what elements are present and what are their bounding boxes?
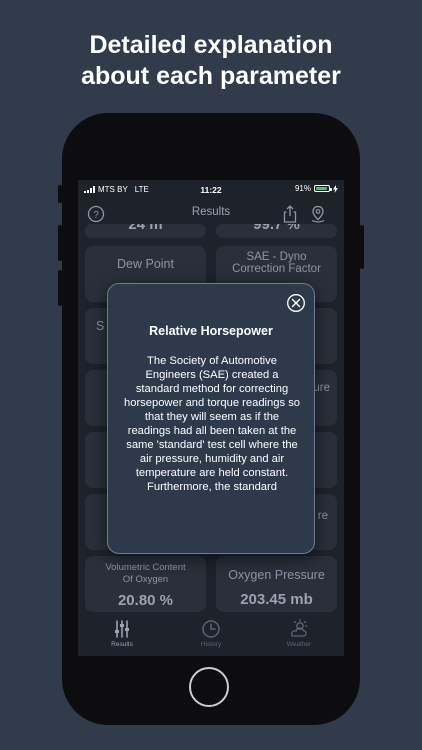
volumetric-oxygen-card[interactable]: Volumetric Content Of Oxygen 20.80 %: [85, 556, 206, 612]
phone-power-button: [360, 225, 364, 269]
tab-bar: Results History Weather: [78, 614, 344, 656]
humidity-value: 99.7 %: [253, 224, 300, 233]
tab-results-label: Results: [111, 641, 133, 648]
vol-oxygen-label-line-1: Volumetric Content: [105, 562, 186, 573]
battery-percent: 91%: [294, 184, 311, 193]
explanation-popup: Relative Horsepower The Society of Autom…: [107, 283, 315, 554]
share-icon[interactable]: [280, 204, 300, 224]
phone-volume-down: [58, 270, 62, 306]
battery-icon: [314, 185, 332, 192]
phone-volume-up: [58, 225, 62, 261]
weather-icon: [290, 619, 308, 637]
tab-weather[interactable]: Weather: [255, 614, 343, 656]
home-button[interactable]: [189, 667, 229, 707]
tab-results[interactable]: Results: [78, 614, 166, 656]
sliders-icon: [115, 620, 129, 638]
tab-history[interactable]: History: [167, 614, 255, 656]
oxygen-pressure-value: 203.45 mb: [240, 591, 313, 608]
popup-body-text: The Society of Automotive Engineers (SAE…: [124, 355, 301, 493]
charging-bolt-icon: [333, 184, 338, 193]
sae-label-line-2: Correction Factor: [232, 263, 321, 275]
dew-point-label: Dew Point: [117, 257, 174, 271]
humidity-card[interactable]: 99.7 %: [216, 224, 337, 238]
popup-title: Relative Horsepower: [149, 324, 273, 338]
tab-weather-label: Weather: [286, 641, 312, 648]
elevation-card[interactable]: 24 m: [85, 224, 206, 238]
location-pin-icon[interactable]: [308, 204, 328, 224]
page-title: Results: [191, 206, 231, 218]
oxygen-pressure-card[interactable]: Oxygen Pressure 203.45 mb: [216, 556, 337, 612]
close-icon[interactable]: [286, 293, 306, 313]
vol-oxygen-label-line-2: Of Oxygen: [122, 574, 169, 585]
elevation-value: 24 m: [128, 224, 163, 233]
headline-line-2: about each parameter: [81, 62, 341, 90]
phone-mute-switch: [58, 185, 62, 203]
clock-icon: [202, 620, 220, 638]
vol-oxygen-value: 20.80 %: [117, 592, 174, 609]
status-bar: MTS BY LTE 11:22 91%: [78, 180, 344, 200]
tab-history-label: History: [200, 641, 222, 648]
promo-headline: Detailed explanation about each paramete…: [0, 30, 422, 92]
sae-label-line-1: SAE - Dyno: [246, 251, 307, 263]
headline-line-1: Detailed explanation: [89, 31, 333, 59]
oxygen-pressure-label: Oxygen Pressure: [228, 568, 325, 582]
